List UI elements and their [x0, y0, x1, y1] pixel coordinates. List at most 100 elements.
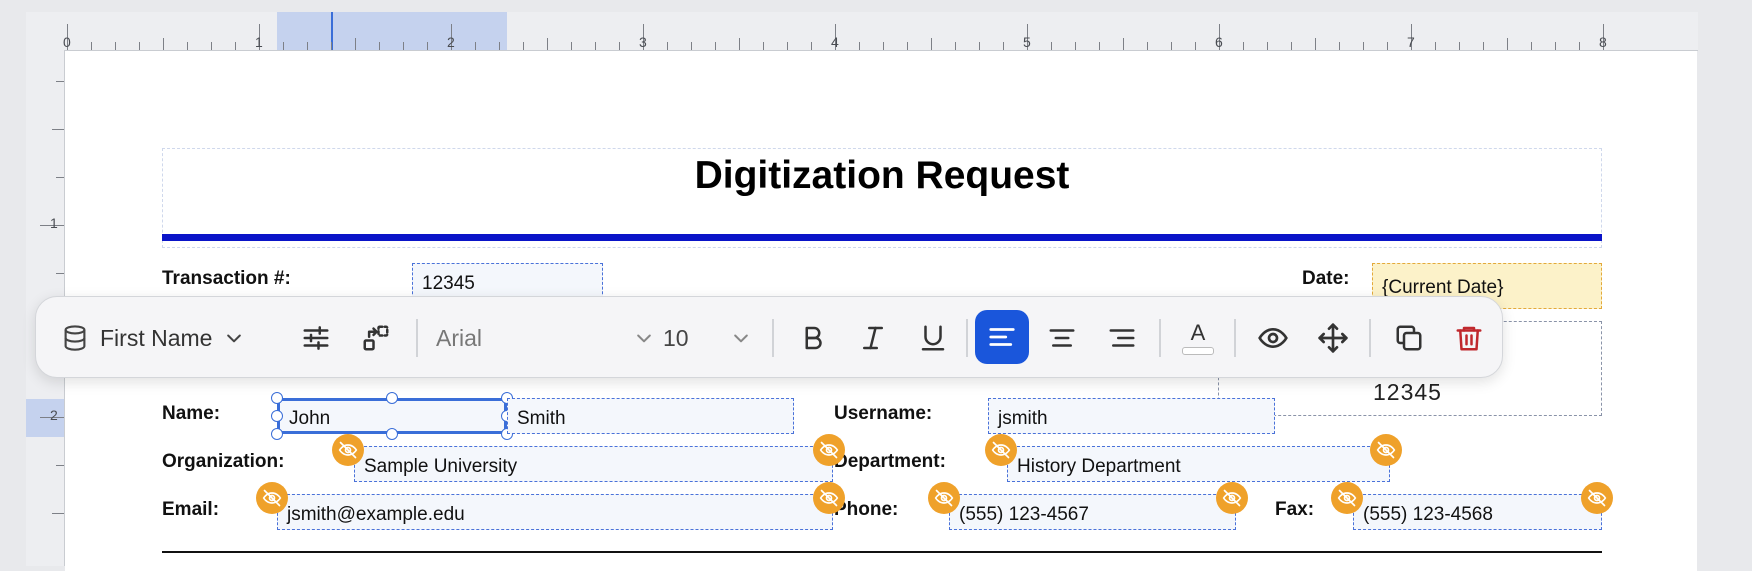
trash-icon	[1454, 323, 1484, 353]
fax-label: Fax:	[1275, 499, 1315, 520]
email-field[interactable]: jsmith@example.edu	[277, 494, 833, 530]
ruler-tick	[115, 42, 116, 50]
ruler-tick	[1171, 42, 1172, 50]
ruler-tick	[1507, 38, 1508, 50]
ruler-tick	[187, 42, 188, 50]
ruler-tick	[859, 42, 860, 50]
name-label: Name:	[162, 403, 221, 424]
convert-icon	[361, 323, 391, 353]
ruler-number: 5	[1023, 34, 1031, 50]
ruler-tick	[907, 42, 908, 50]
delete-button[interactable]	[1442, 313, 1496, 363]
field-source-dropdown[interactable]: First Name	[60, 313, 260, 363]
duplicate-button[interactable]	[1382, 313, 1436, 363]
phone-field[interactable]: (555) 123-4567	[949, 494, 1236, 530]
italic-button[interactable]	[846, 313, 900, 363]
eye-icon	[1257, 322, 1289, 354]
ruler-tick	[1363, 42, 1364, 50]
align-center-button[interactable]	[1035, 313, 1089, 363]
ruler-tick	[955, 42, 956, 50]
underline-icon	[918, 323, 948, 353]
hidden-field-icon[interactable]	[1331, 482, 1363, 514]
ruler-number: 4	[831, 34, 839, 50]
field-format-toolbar: First Name Arial 10 A	[35, 296, 1503, 378]
ruler-tick	[1579, 42, 1580, 50]
vruler-tick	[52, 129, 64, 130]
number-box-value: 12345	[1373, 379, 1442, 405]
font-family-value: Arial	[436, 324, 483, 351]
fax-field[interactable]: (555) 123-4568	[1353, 494, 1602, 530]
align-right-button[interactable]	[1095, 313, 1149, 363]
ruler-tick	[1195, 42, 1196, 50]
ruler-tick	[883, 42, 884, 50]
align-center-icon	[1047, 323, 1077, 353]
toolbar-separator	[1159, 319, 1161, 357]
ruler-tick	[571, 42, 572, 50]
move-button[interactable]	[1306, 313, 1360, 363]
toolbar-separator	[772, 319, 774, 357]
underline-button[interactable]	[906, 313, 960, 363]
ruler-number: 8	[1599, 34, 1607, 50]
last-name-field[interactable]: Smith	[507, 398, 794, 434]
vruler-tick	[52, 513, 64, 514]
field-properties-button[interactable]	[294, 313, 338, 363]
hidden-field-icon[interactable]	[813, 434, 845, 466]
vruler-tick	[56, 465, 64, 466]
ruler-tick	[715, 42, 716, 50]
text-color-swatch	[1182, 346, 1214, 355]
convert-field-button[interactable]	[354, 313, 398, 363]
text-color-button[interactable]: A	[1171, 313, 1225, 363]
resize-handle-bottom-left[interactable]	[271, 428, 283, 440]
ruler-tick	[1267, 42, 1268, 50]
ruler-tick	[307, 42, 308, 50]
ruler-tick	[235, 42, 236, 50]
field-name-label: First Name	[100, 324, 213, 351]
ruler-tick	[475, 42, 476, 50]
hidden-field-icon[interactable]	[256, 482, 288, 514]
hidden-field-icon[interactable]	[1581, 482, 1613, 514]
username-field[interactable]: jsmith	[988, 398, 1275, 434]
vruler-selection-highlight	[26, 399, 64, 437]
resize-handle-top[interactable]	[386, 392, 398, 404]
ruler-number: 3	[639, 34, 647, 50]
font-family-dropdown[interactable]: Arial	[432, 313, 662, 363]
ruler-tick	[811, 42, 812, 50]
resize-handle-left[interactable]	[271, 410, 283, 422]
document-title[interactable]: Digitization Request	[162, 154, 1602, 198]
hidden-field-icon[interactable]	[332, 434, 364, 466]
ruler-tick	[931, 38, 932, 50]
hidden-field-icon[interactable]	[1370, 434, 1402, 466]
toolbar-separator	[966, 319, 968, 357]
hidden-field-icon[interactable]	[1216, 482, 1248, 514]
hidden-field-icon[interactable]	[928, 482, 960, 514]
ruler-tick	[523, 42, 524, 50]
ruler-tick	[979, 42, 980, 50]
resize-handle-top-left[interactable]	[271, 392, 283, 404]
username-label: Username:	[834, 403, 933, 424]
toolbar-separator	[1369, 319, 1371, 357]
font-size-dropdown[interactable]: 10	[659, 313, 759, 363]
ruler-selection-highlight	[277, 12, 507, 50]
organization-field[interactable]: Sample University	[354, 446, 833, 482]
bold-button[interactable]	[786, 313, 840, 363]
transaction-label: Transaction #:	[162, 268, 291, 289]
transaction-field[interactable]: 12345	[412, 263, 603, 299]
align-left-button[interactable]	[975, 310, 1029, 364]
ruler-tick	[1099, 42, 1100, 50]
hidden-field-icon[interactable]	[985, 434, 1017, 466]
chevron-down-icon	[731, 328, 751, 348]
ruler-tick	[619, 42, 620, 50]
ruler-tick	[1123, 38, 1124, 50]
ruler-number: 0	[63, 34, 71, 50]
align-right-icon	[1107, 323, 1137, 353]
ruler-tick	[283, 42, 284, 50]
ruler-number: 6	[1215, 34, 1223, 50]
ruler-tick	[163, 38, 164, 50]
title-rule	[162, 234, 1602, 241]
resize-handle-bottom[interactable]	[386, 428, 398, 440]
visibility-button[interactable]	[1246, 313, 1300, 363]
department-field[interactable]: History Department	[1007, 446, 1390, 482]
ruler-tick	[1483, 42, 1484, 50]
horizontal-ruler[interactable]: 0 1 2 3 4 5 6 7 8	[26, 12, 1698, 51]
hidden-field-icon[interactable]	[813, 482, 845, 514]
